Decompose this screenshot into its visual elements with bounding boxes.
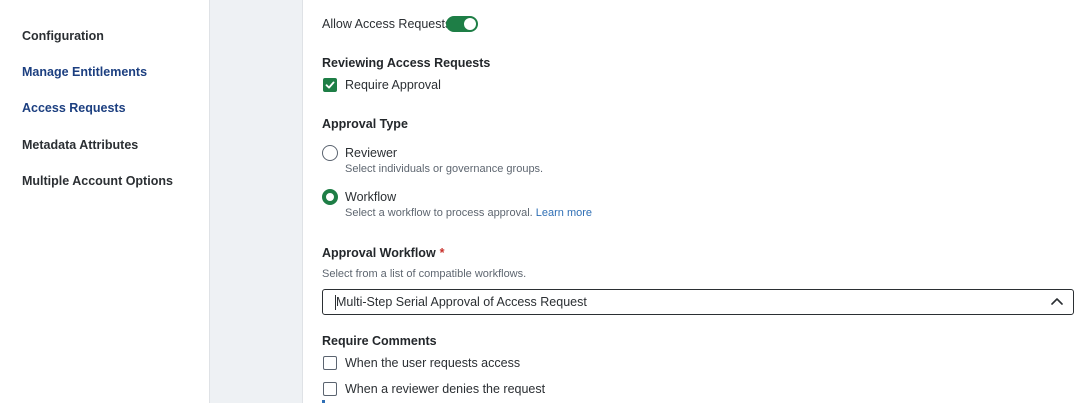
workflow-label: Workflow [345, 190, 397, 204]
approval-workflow-heading: Approval Workflow [322, 246, 436, 260]
allow-access-requests-label: Allow Access Requests [322, 17, 452, 31]
reviewer-label: Reviewer [345, 146, 398, 160]
learn-more-link[interactable]: Learn more [536, 207, 592, 219]
approval-workflow-hint: Select from a list of compatible workflo… [322, 268, 527, 280]
comment-on-request-checkbox[interactable] [323, 356, 337, 370]
checkmark-icon [325, 81, 335, 89]
require-approval-checkbox[interactable] [323, 78, 337, 92]
content-gutter [210, 0, 303, 403]
access-request-settings-form: Allow Access Requests Reviewing Access R… [303, 0, 1090, 403]
approval-workflow-select[interactable]: Multi-Step Serial Approval of Access Req… [322, 289, 1074, 315]
allow-access-requests-toggle[interactable] [446, 16, 478, 32]
require-approval-label: Require Approval [345, 78, 441, 92]
required-indicator: * [439, 246, 445, 260]
reviewer-description: Select individuals or governance groups. [345, 163, 544, 175]
reviewing-access-requests-heading: Reviewing Access Requests [322, 56, 491, 70]
comment-on-deny-label: When a reviewer denies the request [345, 382, 546, 396]
sidebar-item-access-requests[interactable]: Access Requests [22, 101, 126, 115]
sidebar-item-configuration[interactable]: Configuration [22, 29, 104, 43]
sidebar-item-metadata-attributes[interactable]: Metadata Attributes [22, 138, 138, 152]
toggle-knob [464, 18, 476, 30]
comment-on-deny-checkbox[interactable] [323, 382, 337, 396]
reviewer-radio[interactable] [322, 145, 338, 161]
workflow-description-row: Select a workflow to process approval. L… [345, 207, 592, 219]
approval-workflow-selected-value: Multi-Step Serial Approval of Access Req… [336, 295, 587, 309]
approval-workflow-heading-row: Approval Workflow * [322, 246, 445, 260]
workflow-radio[interactable] [322, 189, 338, 205]
sidebar: Configuration Manage Entitlements Access… [0, 0, 210, 403]
chevron-up-icon [1051, 298, 1063, 305]
workflow-description: Select a workflow to process approval. [345, 207, 533, 219]
comment-on-request-label: When the user requests access [345, 356, 521, 370]
approval-type-heading: Approval Type [322, 117, 408, 131]
sidebar-item-multiple-account-options[interactable]: Multiple Account Options [22, 174, 173, 188]
require-comments-heading: Require Comments [322, 334, 437, 348]
sidebar-item-manage-entitlements[interactable]: Manage Entitlements [22, 65, 147, 79]
